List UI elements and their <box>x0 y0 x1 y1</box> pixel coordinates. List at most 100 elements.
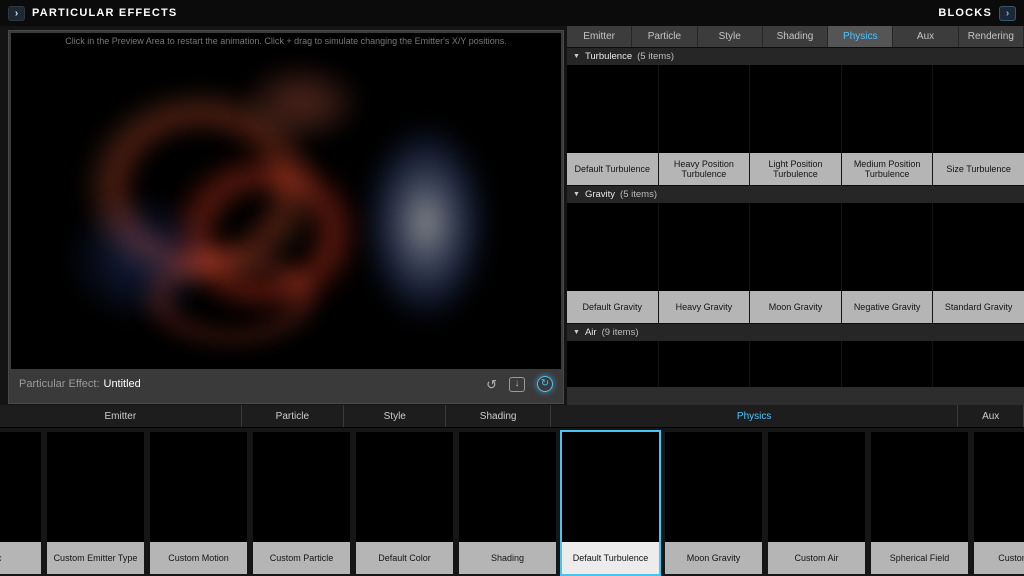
collapse-icon: ▼ <box>573 329 580 336</box>
section-title: Air <box>584 327 597 338</box>
block-thumb-label: Light Position Turbulence <box>750 153 841 185</box>
preset-item[interactable]: Moon Gravity <box>663 430 764 576</box>
preview-panel: Click in the Preview Area to restart the… <box>8 30 564 404</box>
block-thumb-image <box>933 65 1024 153</box>
block-thumb-image <box>567 65 658 153</box>
block-thumb-image <box>658 65 750 153</box>
block-thumb[interactable]: Size Turbulence <box>933 65 1024 185</box>
block-thumb[interactable]: Heavy Gravity <box>658 203 750 323</box>
preset-item[interactable]: Custom Air <box>766 430 867 576</box>
blocks-tab[interactable]: Rendering <box>958 26 1024 47</box>
preset-item[interactable]: /Sec <box>0 430 43 576</box>
block-thumb[interactable]: Moon Gravity <box>750 203 841 323</box>
effect-name: Untitled <box>103 378 141 390</box>
preset-label: Default Turbulence <box>562 542 659 574</box>
block-thumb[interactable] <box>933 341 1024 387</box>
block-thumb-label: Negative Gravity <box>841 291 933 323</box>
effect-label: Particular Effect: <box>19 378 100 390</box>
preset-image <box>0 432 41 542</box>
block-thumb[interactable]: Light Position Turbulence <box>750 65 841 185</box>
effect-builder-strip: Emitter Particle Style Shading Physics A… <box>0 405 1024 576</box>
preset-item[interactable]: Shading <box>457 430 558 576</box>
section-header-air[interactable]: ▼ Air (9 items) <box>567 323 1024 341</box>
blocks-tab[interactable]: Particle <box>632 26 698 47</box>
preset-image <box>665 432 762 542</box>
block-thumb-image <box>567 203 658 291</box>
block-thumb[interactable]: Heavy Position Turbulence <box>658 65 750 185</box>
preset-label: Custom Particle <box>253 542 350 574</box>
block-thumb-image <box>750 65 841 153</box>
builder-tab[interactable]: Style <box>344 405 447 427</box>
section-header-gravity[interactable]: ▼ Gravity (5 items) <box>567 185 1024 203</box>
preset-item[interactable]: Custom Emitter Type <box>45 430 146 576</box>
preset-image <box>974 432 1024 542</box>
preset-label: Moon Gravity <box>665 542 762 574</box>
blocks-tab[interactable]: Emitter <box>567 26 633 47</box>
preview-area[interactable]: Click in the Preview Area to restart the… <box>11 33 561 369</box>
preset-image <box>459 432 556 542</box>
section-count: (5 items) <box>620 189 657 200</box>
blocks-tab[interactable]: Aux <box>893 26 959 47</box>
block-thumb-image <box>750 341 841 387</box>
block-thumb-image <box>933 203 1024 291</box>
block-thumb-label: Heavy Gravity <box>658 291 750 323</box>
block-thumb-label: Default Turbulence <box>567 153 658 185</box>
preview-footer: Particular Effect: Untitled ↺ ↓ ↻ <box>11 369 561 399</box>
block-thumb-image <box>750 203 841 291</box>
block-thumb[interactable] <box>841 341 933 387</box>
restart-icon[interactable]: ↺ <box>486 378 497 391</box>
block-thumb[interactable]: Medium Position Turbulence <box>841 65 933 185</box>
section-title: Turbulence <box>584 51 633 62</box>
builder-tab[interactable]: Particle <box>242 405 345 427</box>
block-thumb-label: Default Gravity <box>567 291 658 323</box>
blocks-tab[interactable]: Shading <box>762 26 829 47</box>
blocks-tab[interactable]: Style <box>697 26 763 47</box>
block-thumb[interactable] <box>658 341 750 387</box>
preset-item[interactable]: Spherical Field <box>869 430 970 576</box>
block-thumb-label: Moon Gravity <box>750 291 841 323</box>
block-thumb[interactable]: Negative Gravity <box>841 203 933 323</box>
export-icon[interactable]: ↓ <box>509 376 525 392</box>
block-thumb[interactable] <box>750 341 841 387</box>
preset-image <box>356 432 453 542</box>
block-thumb-label: Heavy Position Turbulence <box>658 153 750 185</box>
preset-label: Default Color <box>356 542 453 574</box>
block-thumb[interactable]: Default Turbulence <box>567 65 658 185</box>
panel-toggle-left-icon[interactable]: › <box>8 5 25 21</box>
block-thumb-label: Medium Position Turbulence <box>841 153 933 185</box>
preset-image <box>562 432 659 542</box>
preset-item[interactable]: Default Color <box>354 430 455 576</box>
builder-tab-bar: Emitter Particle Style Shading Physics A… <box>0 405 1024 428</box>
section-count: (9 items) <box>601 327 639 338</box>
sync-icon[interactable]: ↻ <box>537 376 553 392</box>
blocks-tab[interactable]: Physics <box>828 26 894 47</box>
section-header-turbulence[interactable]: ▼ Turbulence (5 items) <box>567 47 1024 65</box>
particle-wisp <box>341 88 511 358</box>
block-thumb[interactable] <box>567 341 658 387</box>
builder-tab[interactable]: Physics <box>551 405 959 427</box>
preset-item[interactable]: Custom Motion <box>148 430 249 576</box>
block-thumb-image <box>567 341 658 387</box>
block-thumb[interactable]: Default Gravity <box>567 203 658 323</box>
preset-item[interactable]: Custom Particle <box>251 430 352 576</box>
top-bar: › PARTICULAR EFFECTS BLOCKS › <box>0 0 1024 26</box>
app-title: PARTICULAR EFFECTS <box>32 7 178 19</box>
preset-image <box>253 432 350 542</box>
block-thumb[interactable]: Standard Gravity <box>933 203 1024 323</box>
block-thumb-image <box>841 341 933 387</box>
preset-label: Custom Emitter Type <box>47 542 144 574</box>
preset-item[interactable]: Default Turbulence <box>560 430 661 576</box>
panel-toggle-right-icon[interactable]: › <box>999 5 1016 21</box>
collapse-icon: ▼ <box>573 53 580 60</box>
collapse-icon: ▼ <box>573 191 580 198</box>
builder-tab[interactable]: Shading <box>446 405 551 427</box>
builder-tab[interactable]: Aux <box>958 405 1024 427</box>
builder-tab[interactable]: Emitter <box>0 405 242 427</box>
preview-hint: Click in the Preview Area to restart the… <box>65 36 507 46</box>
block-thumb-image <box>658 203 750 291</box>
blocks-title: BLOCKS <box>938 7 992 19</box>
preset-label: Shading <box>459 542 556 574</box>
preset-item[interactable]: Custom Aux <box>972 430 1024 576</box>
block-thumb-label: Standard Gravity <box>933 291 1024 323</box>
blocks-tab-bar: Emitter Particle Style Shading Physics A… <box>567 26 1024 47</box>
